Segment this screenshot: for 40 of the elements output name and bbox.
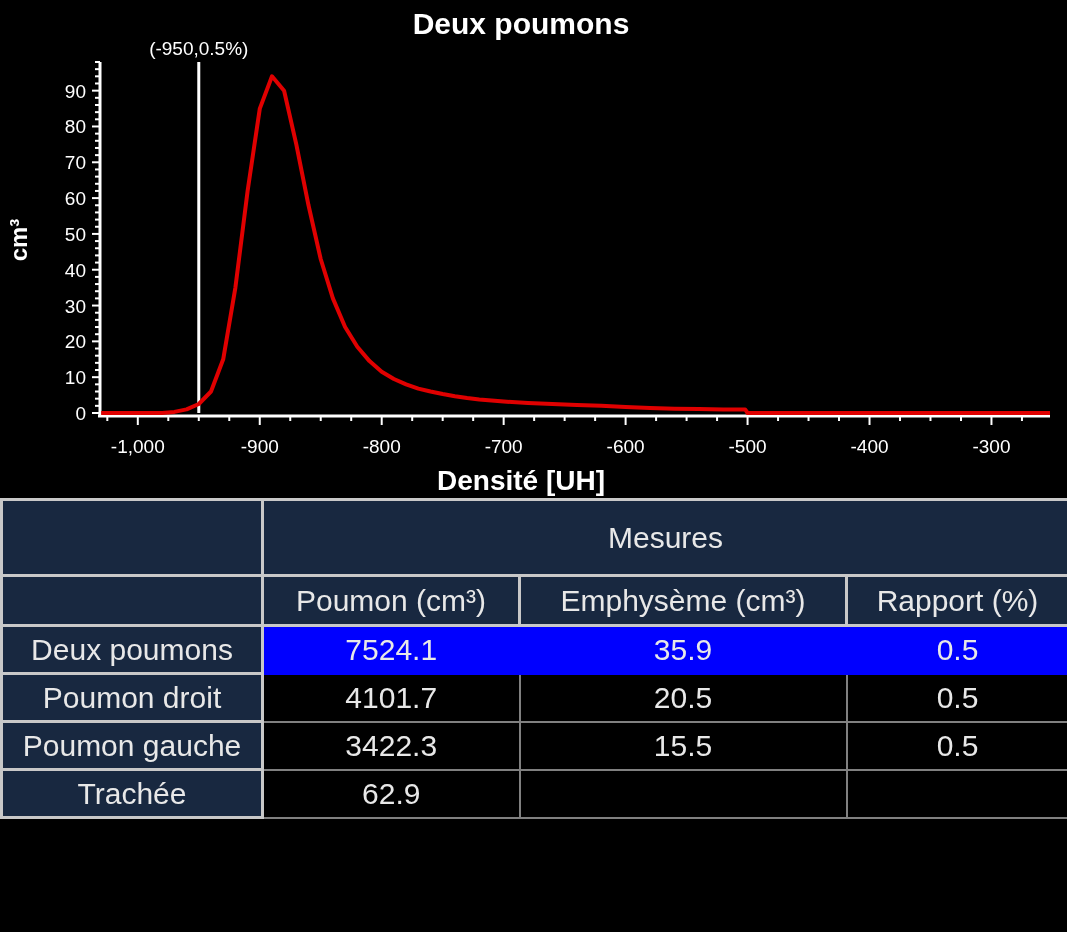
y-tick-label: 70 [64, 152, 86, 174]
y-tick-label: 30 [64, 295, 86, 317]
x-tick-label: -900 [240, 436, 279, 457]
x-tick-label: -1,000 [110, 436, 165, 457]
table-cell: 0.5 [846, 721, 1067, 770]
x-tick-label: -800 [362, 436, 401, 457]
table-cell: 3422.3 [262, 721, 520, 770]
chart-title: Deux poumons [412, 7, 630, 40]
y-tick-label: 20 [64, 331, 86, 353]
y-tick-label: 10 [64, 367, 86, 389]
column-header: Emphysème (cm³) [519, 575, 847, 626]
y-tick-label: 60 [64, 188, 86, 210]
row-header[interactable]: Trachée [1, 769, 263, 818]
table-cell: 62.9 [262, 769, 520, 818]
table-cell: 15.5 [519, 721, 847, 770]
y-tick-label: 80 [64, 116, 86, 138]
y-tick-label: 50 [64, 223, 86, 245]
y-tick-label: 40 [64, 259, 86, 281]
x-axis-title: Densité [UH] [437, 465, 605, 496]
x-tick-label: -700 [484, 436, 523, 457]
table-cell: 7524.1 [262, 625, 520, 674]
row-header[interactable]: Poumon droit [1, 673, 263, 722]
column-header: Rapport (%) [846, 575, 1067, 626]
row-header[interactable]: Deux poumons [1, 625, 263, 674]
table-cell: 0.5 [846, 673, 1067, 722]
y-tick-label: 90 [64, 80, 86, 102]
column-header: Poumon (cm³) [262, 575, 520, 626]
table-cell: 20.5 [519, 673, 847, 722]
x-tick-label: -600 [606, 436, 645, 457]
y-axis-title: cm³ [5, 218, 32, 262]
y-tick-label: 0 [75, 403, 86, 424]
x-tick-label: -300 [972, 436, 1011, 457]
x-tick-label: -400 [850, 436, 889, 457]
table-cell: 4101.7 [262, 673, 520, 722]
x-tick-label: -500 [728, 436, 767, 457]
table-cell: 0.5 [846, 625, 1067, 674]
table-cell: 35.9 [519, 625, 847, 674]
group-header: Mesures [262, 499, 1067, 576]
marker-label: (-950,0.5%) [149, 38, 249, 59]
row-header[interactable]: Poumon gauche [1, 721, 263, 770]
